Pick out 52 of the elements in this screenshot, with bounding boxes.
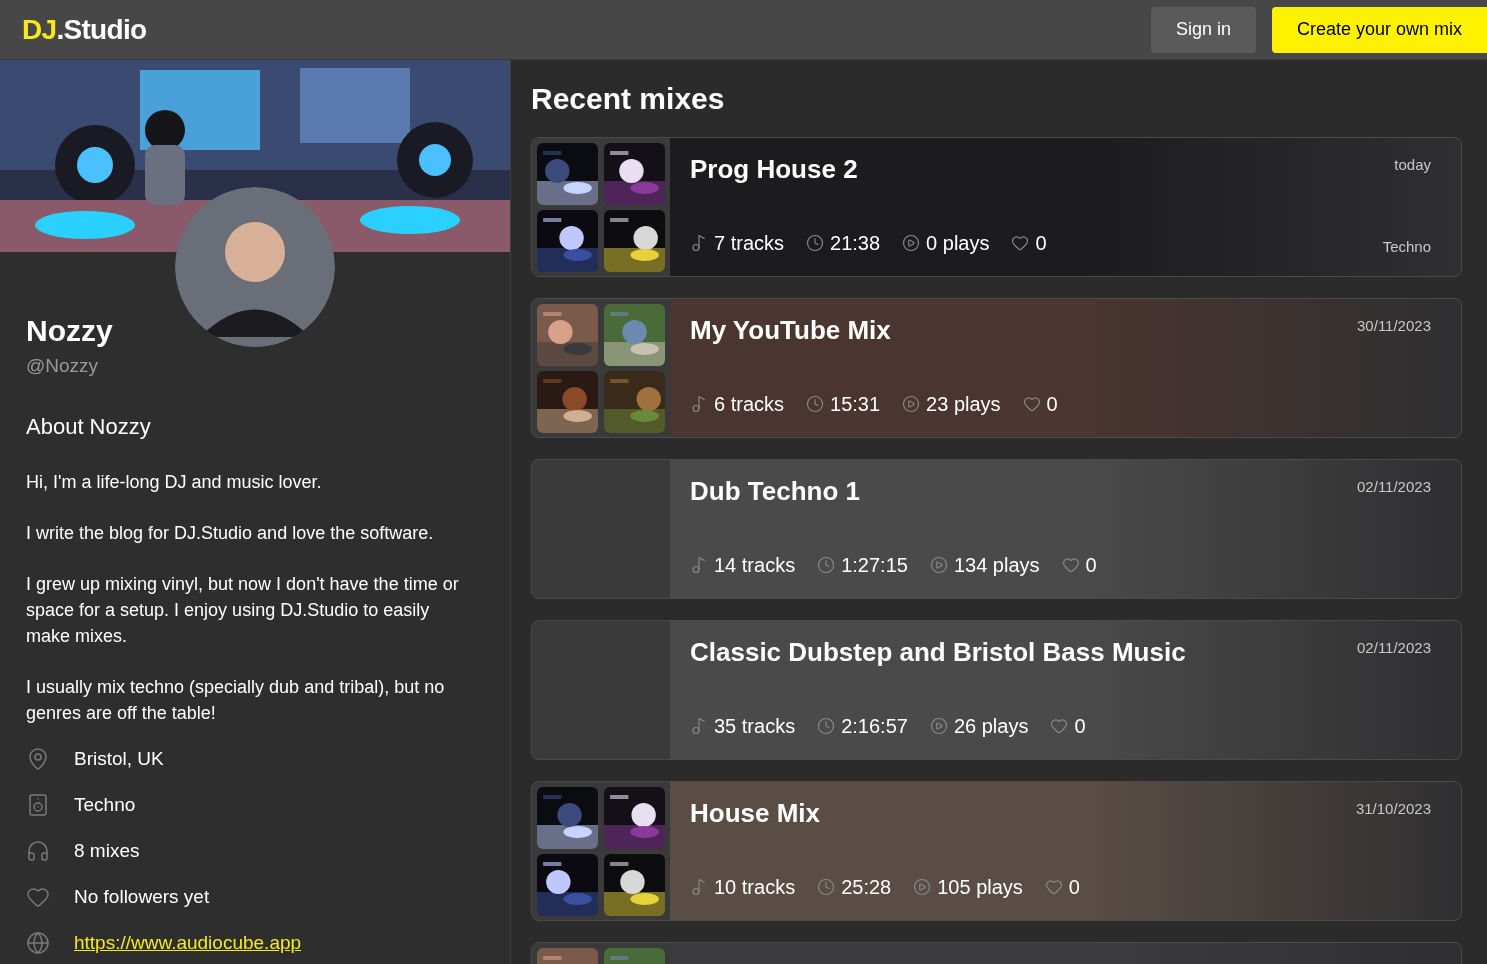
- mix-stat: 0: [1074, 714, 1086, 739]
- mix-stat: 0: [1068, 875, 1080, 900]
- mix-title[interactable]: Prog House 2: [690, 150, 858, 189]
- mix-date: 30/11/2023: [1357, 316, 1431, 336]
- mix-stat: 23 plays: [926, 392, 1001, 417]
- mix-card[interactable]: House Mix 31/10/2023 10 tracks 25:28 105 plays 0: [531, 781, 1462, 921]
- mix-stat: 0: [1085, 553, 1097, 578]
- about-heading: About Nozzy: [26, 413, 152, 441]
- mix-stat: 0 plays: [926, 231, 990, 256]
- mix-card[interactable]: Classic Dubstep and Bristol Bass Music 02/11/2023 35 tracks 2:16:57 26 plays 0: [531, 620, 1462, 760]
- mix-title[interactable]: House Mix: [690, 794, 821, 833]
- mix-date: 02/11/2023: [1357, 477, 1431, 497]
- mix-date: today: [1394, 155, 1431, 175]
- mix-date: 31/10/2023: [1355, 799, 1431, 819]
- website-link[interactable]: https://www.audiocube.app: [74, 928, 302, 958]
- mix-date: 02/11/2023: [1357, 638, 1431, 658]
- mix-stat: 10 tracks: [714, 875, 796, 900]
- mix-stat: 2:16:57: [841, 714, 908, 739]
- mix-genre: Techno: [1382, 236, 1431, 257]
- mix-stat: 21:38: [830, 231, 881, 256]
- mix-title[interactable]: Classic Dubstep and Bristol Bass Music: [690, 633, 1186, 672]
- mix-stat: 14 tracks: [714, 553, 796, 578]
- mix-stat: 0: [1035, 231, 1047, 256]
- bio-paragraph: I write the blog for DJ.Studio and love the software.: [26, 522, 435, 545]
- mix-stat: 25:28: [841, 875, 892, 900]
- mix-stat: 35 tracks: [714, 714, 796, 739]
- create-mix-button[interactable]: Create your own mix: [1271, 6, 1487, 53]
- mix-stat: 0: [1046, 392, 1058, 417]
- bio-paragraph: I grew up mixing vinyl, but now I don't have the time or space for a setup. I enjoy using DJ.Studio to easily make mixes.: [26, 573, 460, 648]
- profile-handle: @Nozzy: [26, 353, 100, 378]
- section-heading: Recent mixes: [531, 81, 726, 117]
- profile-fact: 8 mixes: [74, 838, 140, 863]
- mix-card[interactable]: My YouTube Mix 30/11/2023 6 tracks 15:31 23 plays 0: [531, 298, 1462, 438]
- mix-card[interactable]: Dub Techno 1 02/11/2023 14 tracks 1:27:15 134 plays 0: [531, 459, 1462, 599]
- mix-stat: 1:27:15: [841, 553, 908, 578]
- profile-fact: Techno: [74, 792, 136, 817]
- sign-in-button[interactable]: Sign in: [1150, 6, 1256, 53]
- mix-stat: 6 tracks: [714, 392, 785, 417]
- mix-stat: 26 plays: [953, 714, 1029, 739]
- profile-name: Nozzy: [26, 313, 114, 349]
- mix-title[interactable]: Dub Techno 1: [690, 472, 860, 511]
- bio-paragraph: I usually mix techno (specially dub and tribal), but no genres are off the table!: [26, 676, 446, 725]
- profile-fact: No followers yet: [74, 884, 210, 909]
- mix-stat: 7 tracks: [714, 231, 785, 256]
- bio-paragraph: Hi, I'm a life-long DJ and music lover.: [26, 471, 323, 494]
- logo[interactable]: DJ.Studio: [22, 8, 147, 51]
- mix-stat: 105 plays: [937, 875, 1023, 900]
- mix-title[interactable]: My YouTube Mix: [690, 311, 891, 350]
- mix-card[interactable]: Prog House 2 today 7 tracks 21:38 0 plays 0 Techno: [531, 137, 1462, 277]
- mix-stat: 15:31: [830, 392, 881, 417]
- profile-fact: Bristol, UK: [74, 746, 164, 771]
- mix-stat: 134 plays: [953, 553, 1040, 578]
